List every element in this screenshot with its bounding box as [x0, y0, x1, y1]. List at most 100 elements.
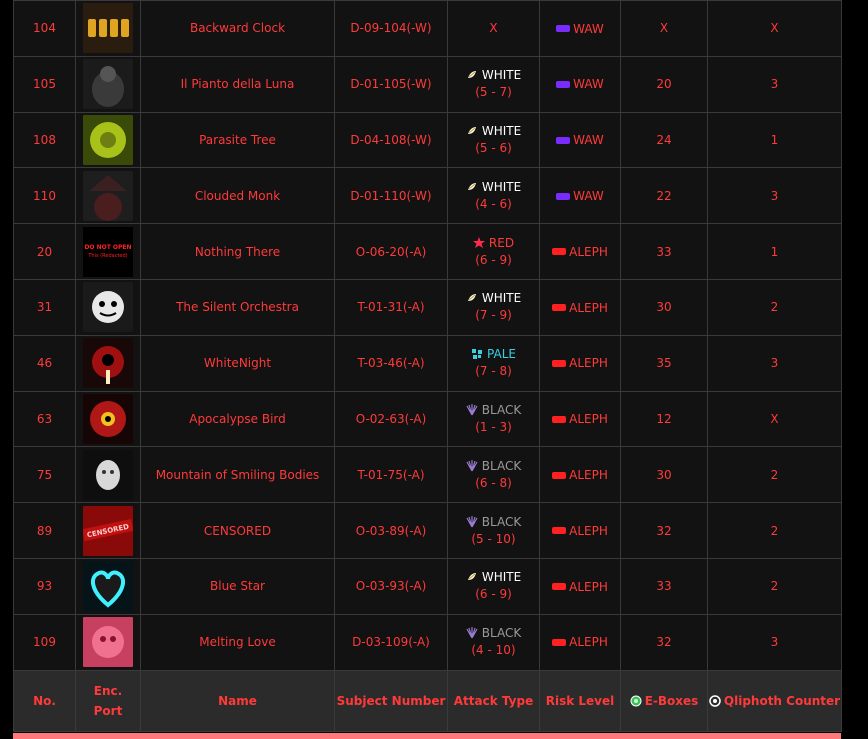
- abnormality-name-link[interactable]: Mountain of Smiling Bodies: [156, 468, 320, 482]
- subject-number: O-03-93(-A): [355, 579, 427, 594]
- subject-number: D-01-105(-W): [350, 77, 432, 92]
- cell-no: 110: [13, 167, 76, 225]
- e-box-count: 24: [656, 132, 672, 147]
- risk-level-label: ALEPH: [569, 635, 608, 650]
- cell-qliphoth: 1: [707, 111, 842, 169]
- attack-damage-range: (7 - 9): [475, 308, 512, 323]
- col-attack-type[interactable]: Attack Type: [447, 669, 540, 732]
- cell-qliphoth: 1: [707, 223, 842, 280]
- abnormality-name-link[interactable]: Blue Star: [210, 579, 265, 593]
- cell-no: 104: [13, 0, 76, 57]
- cell-qliphoth: 2: [707, 557, 842, 615]
- cell-e-boxes: 32: [620, 613, 708, 671]
- col-no[interactable]: No.: [13, 669, 76, 732]
- cell-name[interactable]: Backward Clock: [140, 0, 335, 57]
- attack-type-label: BLACK: [481, 402, 522, 417]
- col-risk-level[interactable]: Risk Level: [539, 669, 621, 732]
- cell-portrait: [75, 446, 141, 504]
- risk-level-label: ALEPH: [569, 300, 608, 315]
- cell-name[interactable]: Nothing There: [140, 223, 335, 280]
- apocalypse-portrait: [83, 393, 133, 444]
- cell-name[interactable]: Clouded Monk: [140, 167, 335, 225]
- col-name[interactable]: Name: [140, 669, 335, 732]
- table-row[interactable]: 105 Il Pianto della Luna D-01-105(-W) WHITE…: [13, 55, 842, 113]
- abnormality-number: 20: [36, 244, 53, 259]
- cell-attack-type: BLACK (1 - 3): [447, 390, 540, 448]
- col-subject-number[interactable]: Subject Number: [334, 669, 448, 732]
- qliphoth-value: 3: [770, 77, 779, 92]
- abnormality-name-link[interactable]: WhiteNight: [204, 356, 271, 370]
- cell-name[interactable]: The Silent Orchestra: [140, 278, 335, 336]
- table-row[interactable]: 46 WhiteNight T-03-46(-A) PALE (7 - 8) ALEPH 3…: [13, 334, 842, 392]
- cell-portrait: [75, 278, 141, 336]
- abnormality-name-link[interactable]: The Silent Orchestra: [176, 300, 299, 314]
- abnormality-name-link[interactable]: Il Pianto della Luna: [181, 77, 295, 91]
- risk-level-label: WAW: [573, 189, 604, 204]
- white-damage-icon: [467, 573, 476, 581]
- cell-qliphoth: X: [707, 0, 842, 57]
- cell-portrait: [75, 557, 141, 615]
- table-row[interactable]: 104 Backward Clock D-09-104(-W) X WAW X X: [13, 0, 842, 57]
- table-row[interactable]: 110 Clouded Monk D-01-110(-W) WHITE (4 - 6) W…: [13, 167, 842, 225]
- abnormality-name-link[interactable]: Nothing There: [195, 245, 280, 259]
- luna-portrait: [83, 59, 133, 110]
- qliphoth-value: 3: [770, 356, 779, 371]
- abnormality-name-link[interactable]: Backward Clock: [190, 21, 285, 35]
- cell-name[interactable]: CENSORED: [140, 502, 335, 559]
- cell-name[interactable]: WhiteNight: [140, 334, 335, 392]
- cell-name[interactable]: Il Pianto della Luna: [140, 55, 335, 113]
- cell-attack-type: RED (6 - 9): [447, 223, 540, 280]
- risk-level-icon: [556, 192, 571, 200]
- table-row[interactable]: 63 Apocalypse Bird O-02-63(-A) BLACK (1 - 3)…: [13, 390, 842, 448]
- cell-qliphoth: 2: [707, 502, 842, 559]
- nothing-there-portrait: DO NOT OPEN This (Redacted): [83, 226, 133, 277]
- table-row[interactable]: 20 DO NOT OPEN This (Redacted) Nothing Ther…: [13, 223, 842, 280]
- cell-name[interactable]: Apocalypse Bird: [140, 390, 335, 448]
- abnormality-table: 104 Backward Clock D-09-104(-W) X WAW X X 105 Il…: [13, 0, 842, 732]
- cell-subject-number: O-03-93(-A): [334, 557, 448, 615]
- cell-name[interactable]: Parasite Tree: [140, 111, 335, 169]
- cell-risk-level: ALEPH: [539, 223, 621, 280]
- cell-portrait: DO NOT OPEN This (Redacted): [75, 223, 141, 280]
- abnormality-name-link[interactable]: CENSORED: [204, 524, 271, 538]
- col-enc-port[interactable]: Enc. Port: [75, 669, 141, 732]
- table-row[interactable]: 109 Melting Love D-03-109(-A) BLACK (4 - 10)…: [13, 613, 842, 671]
- cell-no: 105: [13, 55, 76, 113]
- risk-level-icon: [552, 248, 567, 256]
- cell-e-boxes: 30: [620, 446, 708, 504]
- table-row[interactable]: 93 Blue Star O-03-93(-A) WHITE (6 - 9) ALEPH 3…: [13, 557, 842, 615]
- cell-portrait: [75, 390, 141, 448]
- cell-e-boxes: 35: [620, 334, 708, 392]
- tree-portrait: [83, 114, 133, 165]
- risk-level-label: WAW: [573, 21, 604, 36]
- e-box-count: 20: [656, 77, 672, 92]
- cell-subject-number: T-01-31(-A): [334, 278, 448, 336]
- table-row[interactable]: 89 CENSORED CENSORED O-03-89(-A) BLACK (5 - 1…: [13, 502, 842, 559]
- cell-subject-number: O-03-89(-A): [334, 502, 448, 559]
- attack-type-label: PALE: [487, 347, 516, 362]
- risk-level-icon: [552, 471, 567, 479]
- abnormality-name-link[interactable]: Parasite Tree: [199, 133, 276, 147]
- cell-subject-number: D-01-105(-W): [334, 55, 448, 113]
- cell-name[interactable]: Melting Love: [140, 613, 335, 671]
- abnormality-name-link[interactable]: Clouded Monk: [195, 189, 280, 203]
- table-row[interactable]: 75 Mountain of Smiling Bodies T-01-75(-A) B…: [13, 446, 842, 504]
- cell-name[interactable]: Mountain of Smiling Bodies: [140, 446, 335, 504]
- cell-name[interactable]: Blue Star: [140, 557, 335, 615]
- cell-attack-type: WHITE (7 - 9): [447, 278, 540, 336]
- abnormality-number: 105: [33, 77, 56, 92]
- e-box-count: 12: [656, 411, 672, 426]
- e-box-count: 30: [656, 300, 672, 315]
- attack-damage-range: (4 - 10): [471, 643, 516, 658]
- qliphoth-value: 2: [770, 467, 779, 482]
- abnormality-name-link[interactable]: Apocalypse Bird: [189, 412, 286, 426]
- table-row[interactable]: 108 Parasite Tree D-04-108(-W) WHITE (5 - 6)…: [13, 111, 842, 169]
- subject-number: T-03-46(-A): [357, 356, 425, 371]
- abnormality-name-link[interactable]: Melting Love: [199, 635, 275, 649]
- col-e-boxes[interactable]: E-Boxes: [620, 669, 708, 732]
- cell-no: 108: [13, 111, 76, 169]
- col-qliphoth-counter[interactable]: Qliphoth Counter: [707, 669, 842, 732]
- risk-level-label: ALEPH: [569, 468, 608, 483]
- cell-no: 20: [13, 223, 76, 280]
- table-row[interactable]: 31 The Silent Orchestra T-01-31(-A) WHITE (7…: [13, 278, 842, 336]
